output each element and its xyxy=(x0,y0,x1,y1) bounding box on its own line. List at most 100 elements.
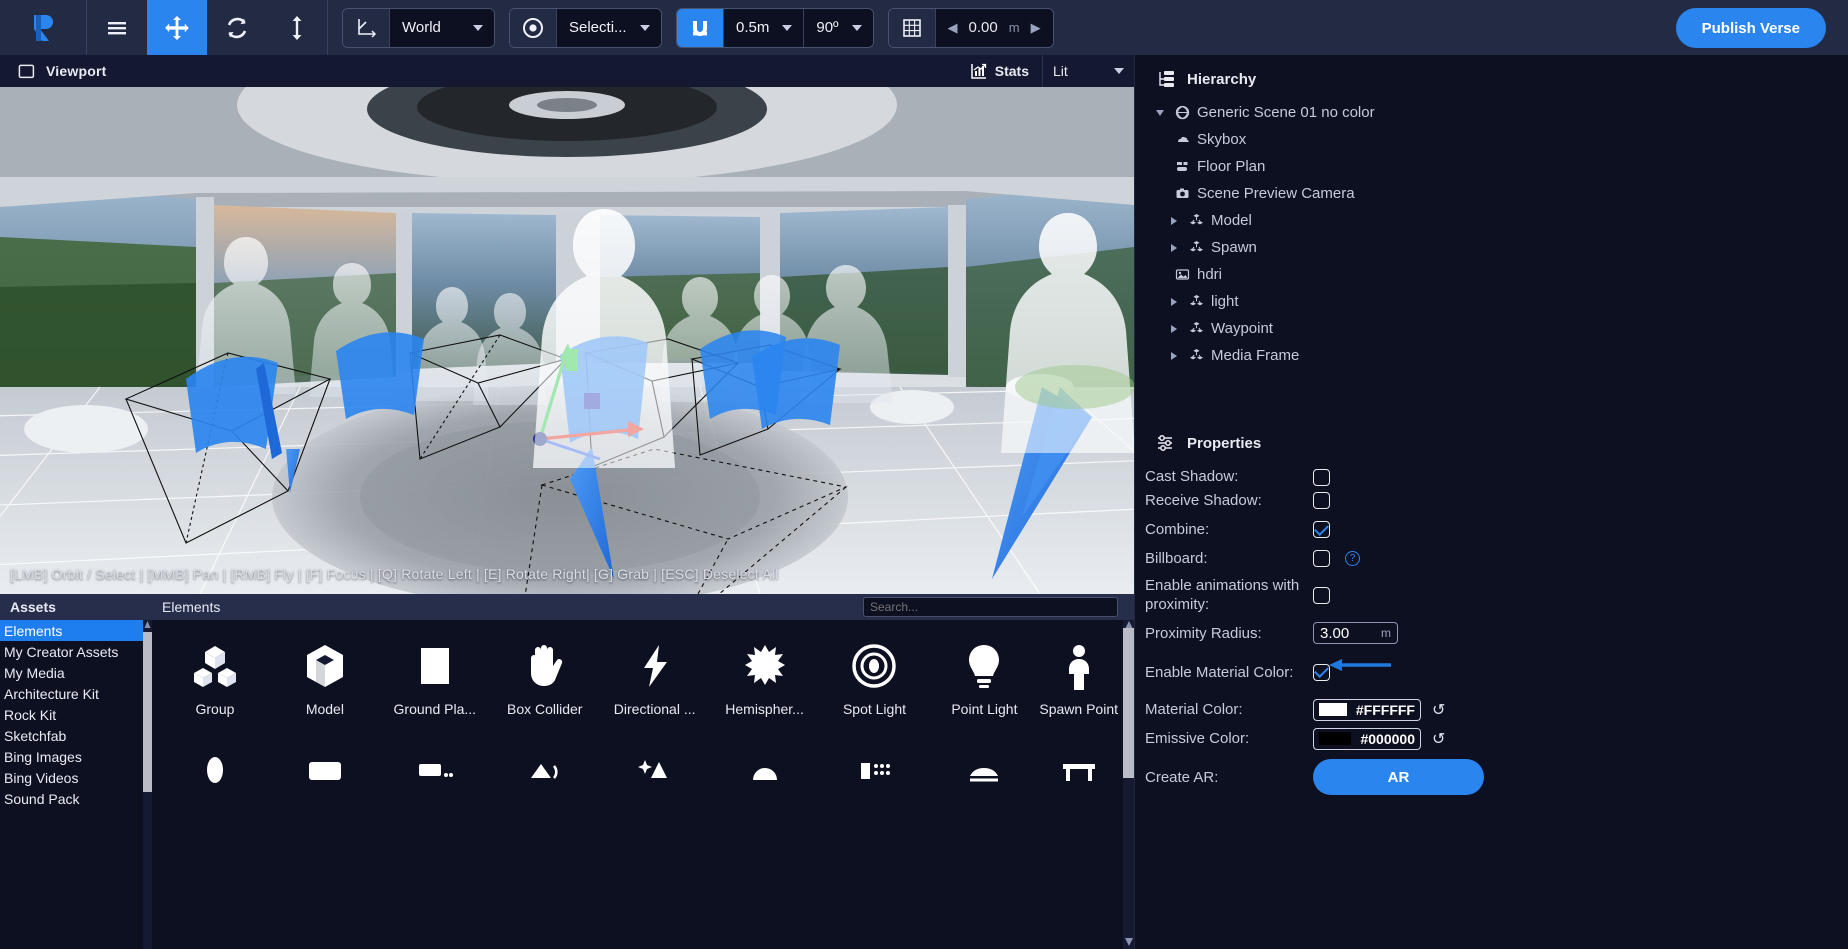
tree-node-light[interactable]: light xyxy=(1145,288,1848,315)
assets-item-architecture-kit[interactable]: Architecture Kit xyxy=(0,683,152,704)
property-label: Enable Material Color: xyxy=(1145,663,1294,681)
tree-node-generic-scene[interactable]: Generic Scene 01 no color xyxy=(1145,99,1848,126)
stats-button[interactable]: Stats xyxy=(957,55,1042,87)
snap-grid-select[interactable]: 0.5m xyxy=(724,8,804,47)
grid-height-value[interactable]: 0.00 xyxy=(969,19,998,36)
assets-item-bing-videos[interactable]: Bing Videos xyxy=(0,767,152,788)
coordinate-space-value: World xyxy=(402,19,441,36)
twisty-closed-icon[interactable] xyxy=(1163,324,1185,333)
twisty-open-icon[interactable] xyxy=(1149,109,1171,116)
move-arrows-icon xyxy=(165,15,189,40)
ground-plane-icon xyxy=(411,640,459,692)
material-color-picker[interactable]: #FFFFFF xyxy=(1313,698,1421,721)
pivot-mode-select[interactable]: Selecti... xyxy=(557,8,661,47)
element-tile-group[interactable]: Group xyxy=(160,620,270,728)
shading-mode-select[interactable]: Lit xyxy=(1042,55,1134,87)
element-tile-row2-3[interactable] xyxy=(380,728,490,836)
tree-node-model[interactable]: Model xyxy=(1145,207,1848,234)
twisty-closed-icon[interactable] xyxy=(1163,351,1185,360)
combine-checkbox[interactable] xyxy=(1313,521,1330,538)
twisty-closed-icon[interactable] xyxy=(1163,216,1185,225)
image-icon xyxy=(1171,267,1193,282)
element-tile-hemisphere-light[interactable]: Hemispher... xyxy=(710,620,820,728)
cast-shadow-checkbox[interactable] xyxy=(1313,469,1330,486)
grid-decrement-button[interactable]: ◀ xyxy=(948,20,958,36)
assets-item-sound-pack[interactable]: Sound Pack xyxy=(0,788,152,809)
tree-node-label: Spawn xyxy=(1211,239,1257,256)
element-tile-row2-6[interactable] xyxy=(710,728,820,836)
property-row-cast-shadow: Cast Shadow: xyxy=(1135,457,1848,486)
grid-icon-wrap[interactable] xyxy=(888,8,935,47)
element-tile-spot-light[interactable]: Spot Light xyxy=(820,620,930,728)
scroll-down-arrow-icon[interactable] xyxy=(1125,937,1133,947)
snap-toggle[interactable] xyxy=(677,8,723,47)
tree-node-media-frame[interactable]: Media Frame xyxy=(1145,342,1848,369)
tree-node-label: hdri xyxy=(1197,266,1223,283)
assets-item-rock-kit[interactable]: Rock Kit xyxy=(0,704,152,725)
billboard-checkbox[interactable] xyxy=(1313,550,1330,567)
property-row-combine: Combine: xyxy=(1135,515,1848,544)
enable-material-color-checkbox[interactable] xyxy=(1313,663,1330,681)
element-tile-row2-5[interactable] xyxy=(600,728,710,836)
twisty-closed-icon[interactable] xyxy=(1163,297,1185,306)
element-tile-row2-8[interactable] xyxy=(929,728,1039,836)
element-tile-row2-9[interactable] xyxy=(1039,728,1118,836)
tree-node-floor-plan[interactable]: Floor Plan xyxy=(1145,153,1848,180)
assets-item-elements[interactable]: Elements xyxy=(0,620,152,641)
element-tile-model[interactable]: Model xyxy=(270,620,380,728)
snap-angle-select[interactable]: 90º xyxy=(804,8,873,47)
element-tile-directional-light[interactable]: Directional ... xyxy=(600,620,710,728)
emissive-color-picker[interactable]: #000000 xyxy=(1313,727,1421,750)
elements-scrollbar[interactable] xyxy=(1123,620,1134,949)
assets-item-sketchfab[interactable]: Sketchfab xyxy=(0,725,152,746)
element-tile-box-collider[interactable]: Box Collider xyxy=(490,620,600,728)
element-tile-row2-7[interactable] xyxy=(820,728,930,836)
element-tile-ground-plane[interactable]: Ground Pla... xyxy=(380,620,490,728)
element-tile-point-light[interactable]: Point Light xyxy=(929,620,1039,728)
assets-header: Assets xyxy=(0,594,152,620)
element-tile-spawn-point[interactable]: Spawn Point xyxy=(1039,620,1118,728)
enable-animations-proximity-checkbox[interactable] xyxy=(1313,586,1330,604)
tree-node-label: Waypoint xyxy=(1211,320,1273,337)
rotate-tool-button[interactable] xyxy=(207,0,267,55)
element-tile-row2-1[interactable] xyxy=(160,728,270,836)
tree-node-skybox[interactable]: Skybox xyxy=(1145,126,1848,153)
tree-node-scene-preview-camera[interactable]: Scene Preview Camera xyxy=(1145,180,1848,207)
grid-increment-button[interactable]: ▶ xyxy=(1031,20,1041,36)
hamburger-menu-button[interactable] xyxy=(87,0,147,55)
scale-tool-button[interactable] xyxy=(267,0,327,55)
tree-node-label: Floor Plan xyxy=(1197,158,1266,175)
assets-scroll-thumb[interactable] xyxy=(143,632,152,792)
snap-grid-value: 0.5m xyxy=(736,19,770,36)
elements-panel: Elements Group Model xyxy=(152,594,1134,949)
receive-shadow-checkbox[interactable] xyxy=(1313,492,1330,509)
viewport-3d[interactable]: [LMB] Orbit / Select | [MMB] Pan | [RMB]… xyxy=(0,87,1134,594)
move-tool-button[interactable] xyxy=(147,0,207,55)
tree-node-hdri[interactable]: hdri xyxy=(1145,261,1848,288)
element-tile-row2-4[interactable] xyxy=(490,728,600,836)
assets-item-my-creator-assets[interactable]: My Creator Assets xyxy=(0,641,152,662)
assets-scrollbar[interactable] xyxy=(143,620,152,949)
assets-item-bing-images[interactable]: Bing Images xyxy=(0,746,152,767)
element-tile-label: Hemispher... xyxy=(725,701,804,717)
arch-icon xyxy=(745,748,785,800)
tree-node-spawn[interactable]: Spawn xyxy=(1145,234,1848,261)
emissive-color-reset-button[interactable]: ↺ xyxy=(1432,729,1445,749)
publish-verse-button[interactable]: Publish Verse xyxy=(1675,8,1826,48)
coordinate-space-select[interactable]: World xyxy=(390,8,494,47)
viewport-title: Viewport xyxy=(46,63,107,79)
assets-item-my-media[interactable]: My Media xyxy=(0,662,152,683)
elements-scroll-thumb[interactable] xyxy=(1123,628,1134,778)
spawn-person-icon xyxy=(1055,640,1103,692)
billboard-help-icon[interactable]: ? xyxy=(1345,551,1360,566)
ar-button[interactable]: AR xyxy=(1313,759,1484,795)
search-input[interactable] xyxy=(863,597,1118,617)
scroll-up-arrow-icon[interactable] xyxy=(144,620,151,630)
vertical-arrows-icon xyxy=(292,15,302,40)
element-tile-row2-2[interactable] xyxy=(270,728,380,836)
material-color-reset-button[interactable]: ↺ xyxy=(1432,700,1445,720)
app-logo[interactable] xyxy=(0,0,86,55)
tree-node-waypoint[interactable]: Waypoint xyxy=(1145,315,1848,342)
proximity-radius-input[interactable]: 3.00 m xyxy=(1313,622,1398,644)
twisty-closed-icon[interactable] xyxy=(1163,243,1185,252)
